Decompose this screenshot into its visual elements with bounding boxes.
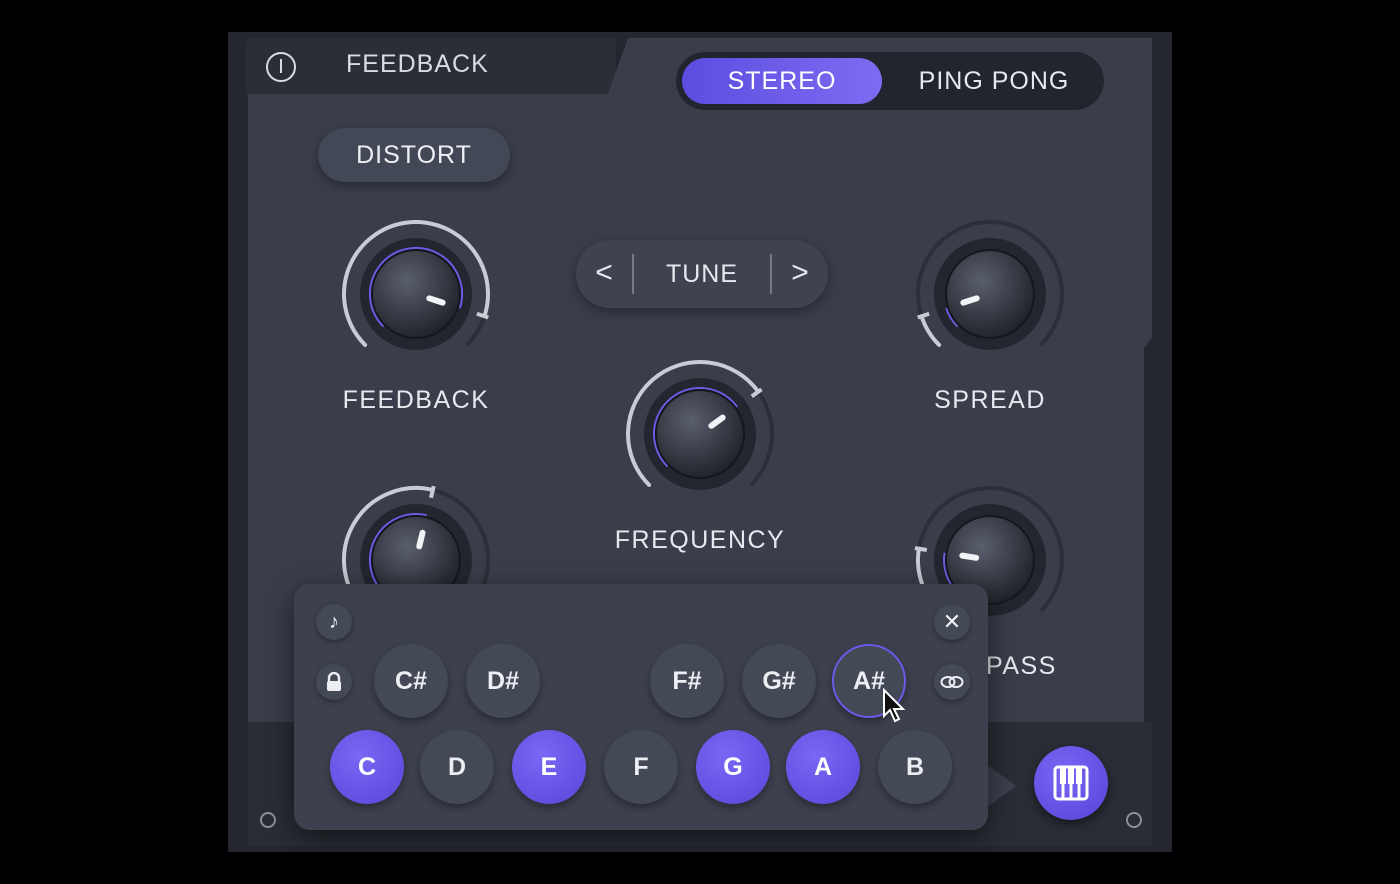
frequency-knob-label: FREQUENCY bbox=[614, 526, 786, 554]
music-note-icon[interactable]: ♪ bbox=[316, 604, 352, 640]
frequency-knob[interactable] bbox=[622, 356, 778, 512]
popup-pointer bbox=[986, 764, 1016, 808]
knob-cap bbox=[371, 249, 461, 339]
knob-cap bbox=[655, 389, 745, 479]
knob-indicator bbox=[416, 529, 426, 550]
lock-icon[interactable] bbox=[316, 664, 352, 700]
power-icon[interactable] bbox=[266, 52, 296, 82]
note-g-sharp[interactable]: G# bbox=[742, 644, 816, 718]
knob-indicator bbox=[426, 295, 446, 306]
note-f[interactable]: F bbox=[604, 730, 678, 804]
screw-icon bbox=[1126, 812, 1142, 828]
link-icon[interactable] bbox=[934, 664, 970, 700]
note-f-sharp[interactable]: F# bbox=[650, 644, 724, 718]
mode-ping-pong-button[interactable]: PING PONG bbox=[894, 58, 1094, 104]
screw-icon bbox=[260, 812, 276, 828]
knob-tick bbox=[428, 485, 436, 499]
spread-knob[interactable] bbox=[912, 216, 1068, 372]
feedback-knob[interactable] bbox=[338, 216, 494, 372]
piano-icon bbox=[1053, 765, 1089, 801]
note-d[interactable]: D bbox=[420, 730, 494, 804]
note-c-sharp[interactable]: C# bbox=[374, 644, 448, 718]
feedback-knob-label: FEEDBACK bbox=[342, 386, 490, 414]
knob-cap bbox=[945, 249, 1035, 339]
mouse-cursor-icon bbox=[883, 688, 906, 723]
note-d-sharp[interactable]: D# bbox=[466, 644, 540, 718]
knob-tick bbox=[914, 546, 928, 552]
distort-button[interactable]: DISTORT bbox=[318, 128, 510, 182]
tab-feedback[interactable]: FEEDBACK bbox=[346, 50, 489, 79]
note-c[interactable]: C bbox=[330, 730, 404, 804]
note-a[interactable]: A bbox=[786, 730, 860, 804]
tune-next-button[interactable]: > bbox=[782, 256, 818, 292]
note-e[interactable]: E bbox=[512, 730, 586, 804]
tune-prev-button[interactable]: < bbox=[586, 256, 622, 292]
mode-selector: STEREO PING PONG bbox=[676, 52, 1104, 110]
mode-stereo-button[interactable]: STEREO bbox=[682, 58, 882, 104]
note-b[interactable]: B bbox=[878, 730, 952, 804]
close-icon[interactable]: ✕ bbox=[934, 604, 970, 640]
knob-value-arc bbox=[919, 314, 942, 347]
knob-indicator bbox=[960, 295, 980, 306]
tune-label: TUNE bbox=[665, 260, 739, 288]
divider bbox=[770, 254, 772, 294]
tune-selector: < TUNE > bbox=[576, 240, 828, 308]
knob-indicator bbox=[959, 552, 980, 561]
divider bbox=[632, 254, 634, 294]
spread-knob-label: SPREAD bbox=[934, 386, 1046, 414]
right-lower-knob-label: PASS bbox=[986, 652, 1057, 680]
piano-keyboard-button[interactable] bbox=[1034, 746, 1108, 820]
note-g[interactable]: G bbox=[696, 730, 770, 804]
